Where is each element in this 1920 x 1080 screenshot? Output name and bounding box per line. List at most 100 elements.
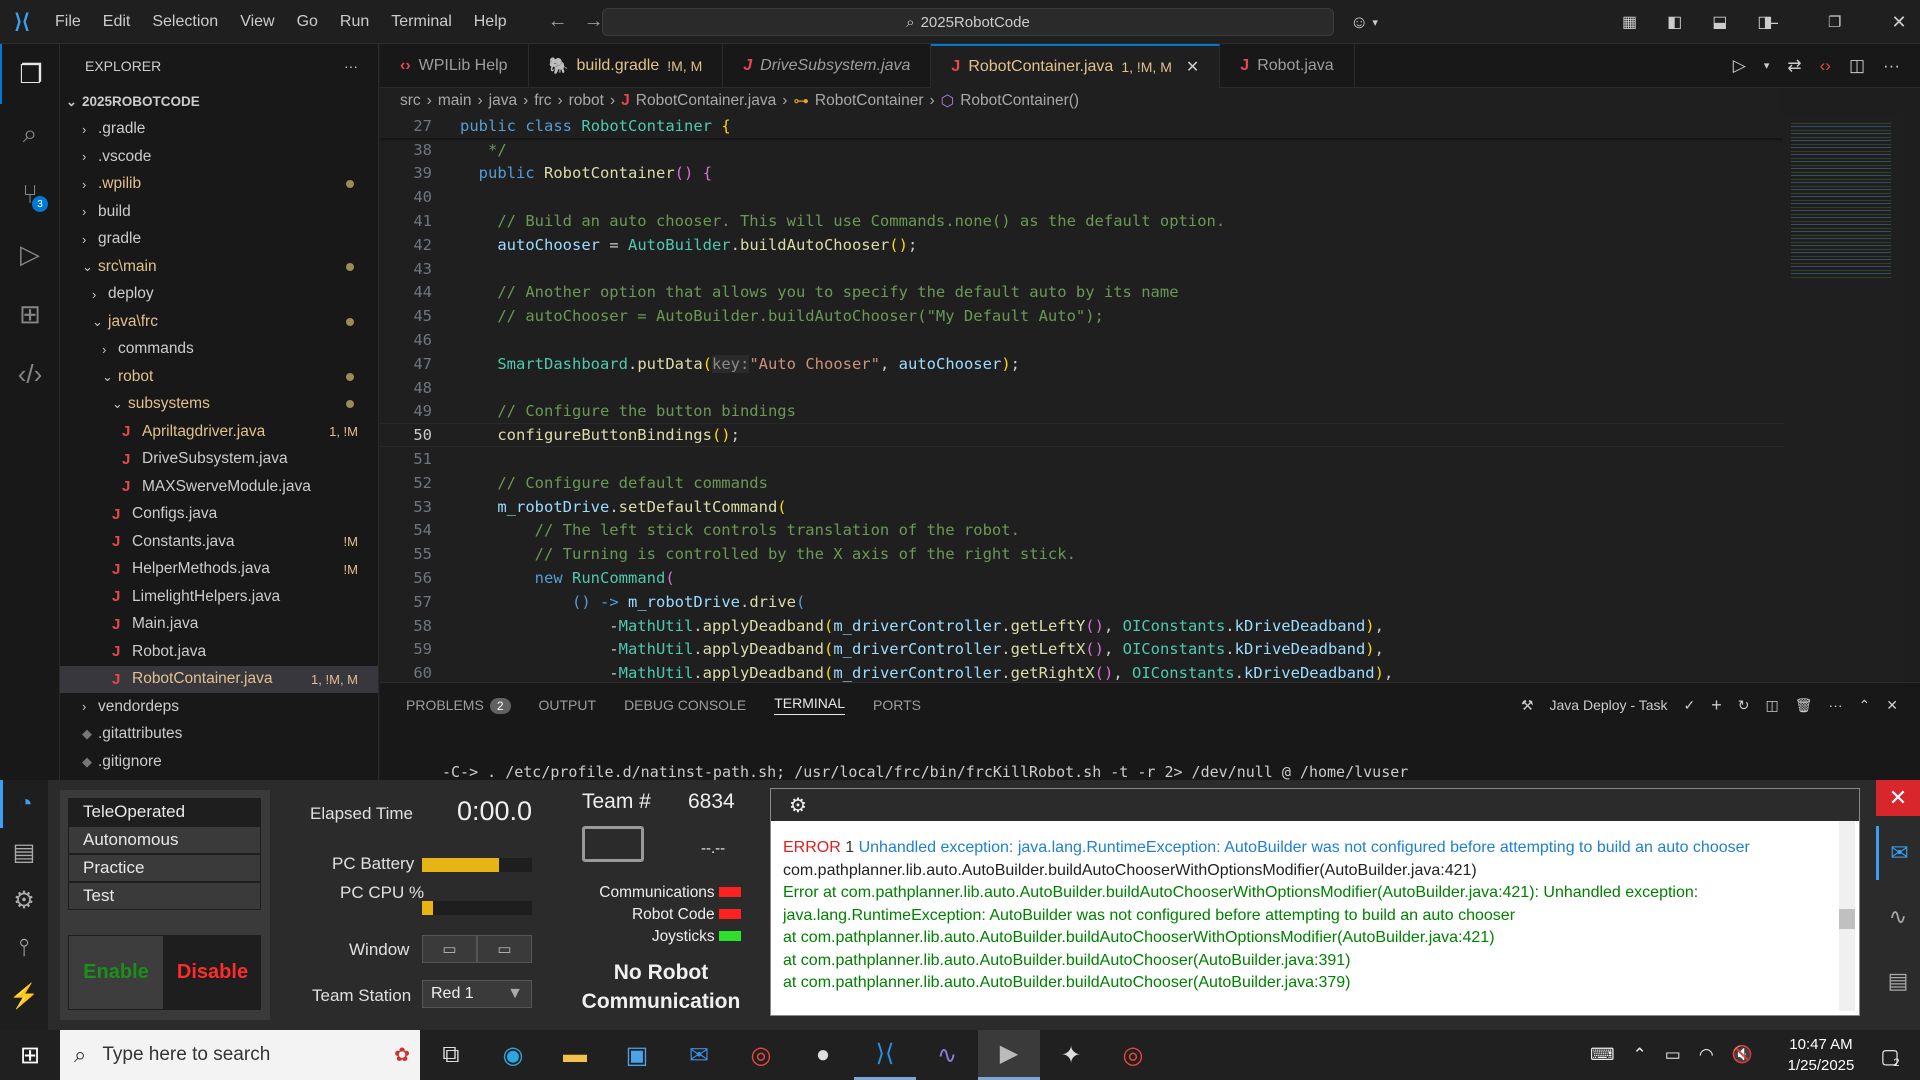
rerun-icon[interactable]: ↻ [1738, 697, 1750, 714]
tree-file-helpermethods[interactable]: J HelperMethods.java !M [60, 556, 378, 584]
tree-file-configs[interactable]: J Configs.java [60, 501, 378, 529]
console-scrollbar[interactable] [1839, 821, 1855, 1011]
tree-folder-java-frc[interactable]: ⌄ java\frc [60, 308, 378, 336]
close-tab-icon[interactable]: ✕ [1186, 57, 1199, 77]
breadcrumb-frc[interactable]: frc [534, 92, 551, 110]
mode-teleoperated[interactable]: TeleOperated [68, 798, 261, 826]
more-actions-icon[interactable]: ··· [344, 58, 358, 74]
command-center-search[interactable]: ⌕ 2025RobotCode [602, 8, 1334, 36]
more-actions-icon[interactable]: ··· [1829, 697, 1843, 713]
diagnostics-tab-icon[interactable]: ▤ [0, 828, 48, 876]
tab-terminal[interactable]: TERMINAL [774, 695, 845, 715]
tree-file-robot[interactable]: J Robot.java [60, 638, 378, 666]
source-control-icon[interactable]: ⑂ 3 [0, 164, 60, 224]
menu-edit[interactable]: Edit [92, 0, 142, 44]
console-scroll-thumb[interactable] [1839, 909, 1855, 929]
toggle-sidebar-icon[interactable]: ◧ [1667, 12, 1682, 32]
breadcrumb-main[interactable]: main [438, 92, 472, 110]
store-icon[interactable]: ▣ [606, 1030, 668, 1080]
frc-app-icon[interactable]: ✦ [1040, 1030, 1102, 1080]
trash-icon[interactable]: 🗑 [1795, 697, 1813, 714]
mode-test[interactable]: Test [68, 882, 261, 910]
start-windows-icon[interactable]: ⊞ [0, 1030, 60, 1080]
breadcrumb-java[interactable]: java [489, 92, 517, 110]
task-view-icon[interactable]: ⧉ [420, 1030, 482, 1080]
compare-changes-icon[interactable]: ⇄ [1787, 56, 1801, 76]
gear-icon[interactable]: ⚙ [789, 793, 807, 818]
extensions-icon[interactable]: ⊞ [0, 284, 60, 344]
tab-problems[interactable]: PROBLEMS 2 [406, 697, 511, 714]
tab-drivesubsystem[interactable]: J DriveSubsystem.java [723, 44, 932, 88]
breadcrumb-file[interactable]: RobotContainer.java [636, 92, 776, 110]
chrome-icon[interactable]: ◎ [730, 1030, 792, 1080]
tab-ports[interactable]: PORTS [873, 697, 921, 713]
tree-folder-commands[interactable]: › commands [60, 336, 378, 364]
ds-message-console[interactable]: ⚙ ERROR 1 Unhandled exception: java.lang… [770, 788, 1860, 1016]
tree-file-gitattributes[interactable]: ◆ .gitattributes [60, 721, 378, 749]
customize-layout-icon[interactable]: ▦ [1622, 12, 1637, 32]
volume-mute-icon[interactable]: 🔇 [1732, 1045, 1753, 1065]
menu-selection[interactable]: Selection [141, 0, 229, 44]
tree-folder-gradle[interactable]: › gradle [60, 226, 378, 254]
tab-build-gradle[interactable]: 🐘 build.gradle !M, M [529, 44, 724, 88]
split-terminal-icon[interactable]: ◫ [1766, 697, 1779, 714]
toggle-panel-icon[interactable]: ⬓ [1712, 12, 1727, 32]
copilot-button[interactable]: ☺ ▾ [1350, 0, 1378, 44]
minimize-icon[interactable]: – [1768, 12, 1778, 33]
messages-tab-icon[interactable]: ✉ [1876, 826, 1920, 880]
more-actions-icon[interactable]: ··· [1883, 56, 1900, 76]
menu-terminal[interactable]: Terminal [380, 0, 462, 44]
ds-close-button[interactable]: ✕ [1876, 780, 1920, 816]
chevron-down-icon[interactable]: ▾ [1764, 59, 1770, 72]
file-explorer-icon[interactable]: ▬ [544, 1030, 606, 1080]
tree-folder-subsystems[interactable]: ⌄ subsystems [60, 391, 378, 419]
setup-tab-icon[interactable]: ⚙ [0, 876, 48, 924]
breadcrumb-method[interactable]: RobotContainer() [960, 92, 1079, 110]
new-terminal-icon[interactable]: + [1711, 695, 1722, 716]
enable-button[interactable]: Enable [68, 935, 164, 1010]
tree-file-apriltagdriver[interactable]: J Apriltagdriver.java 1, !M [60, 418, 378, 446]
tab-wpilib-help[interactable]: ‹› WPILib Help [380, 44, 529, 88]
clock[interactable]: 10:47 AM 1/25/2025 [1776, 1034, 1866, 1076]
tree-file-limelighthelpers[interactable]: J LimelightHelpers.java [60, 583, 378, 611]
tab-output[interactable]: OUTPUT [539, 697, 597, 713]
mode-practice[interactable]: Practice [68, 854, 261, 882]
mail-icon[interactable]: ✉ [668, 1030, 730, 1080]
vscode-taskbar-icon[interactable]: ⟩⟨ [854, 1030, 916, 1080]
split-editor-icon[interactable]: ◫ [1849, 56, 1865, 76]
breadcrumb-src[interactable]: src [400, 92, 421, 110]
chrome-profile-icon[interactable]: ◎ [1102, 1030, 1164, 1080]
tree-folder-build[interactable]: › build [60, 198, 378, 226]
close-window-icon[interactable]: ✕ [1891, 12, 1906, 33]
tree-folder-src-main[interactable]: ⌄ src\main [60, 253, 378, 281]
menu-run[interactable]: Run [329, 0, 380, 44]
mode-autonomous[interactable]: Autonomous [68, 826, 261, 854]
terminal-task-label[interactable]: Java Deploy - Task [1550, 697, 1668, 713]
workspace-root[interactable]: ⌄ 2025ROBOTCODE [60, 88, 378, 116]
usb-tab-icon[interactable]: ⫯ [0, 924, 48, 972]
tree-file-main[interactable]: J Main.java [60, 611, 378, 639]
tree-file-maxswervemodule[interactable]: J MAXSwerveModule.java [60, 473, 378, 501]
tree-folder-vendordeps[interactable]: › vendordeps [60, 693, 378, 721]
menu-file[interactable]: File [44, 0, 92, 44]
menu-go[interactable]: Go [286, 0, 329, 44]
team-station-select[interactable]: Red 1 ▼ [422, 980, 532, 1008]
both-tab-icon[interactable]: ▤ [1888, 954, 1909, 1008]
run-debug-icon[interactable]: ▷ [0, 224, 60, 284]
notification-center-icon[interactable]: ▢ 2 [1868, 1040, 1912, 1072]
breadcrumb-class[interactable]: RobotContainer [815, 92, 924, 110]
tree-file-drivesubsystem[interactable]: J DriveSubsystem.java [60, 446, 378, 474]
driver-station-taskbar-icon[interactable]: ▶ [978, 1030, 1040, 1080]
edge-icon[interactable]: ◉ [482, 1030, 544, 1080]
tree-file-constants[interactable]: J Constants.java !M [60, 528, 378, 556]
tab-debug-console[interactable]: DEBUG CONSOLE [624, 697, 746, 713]
disable-button[interactable]: Disable [164, 935, 261, 1010]
pathplanner-icon[interactable]: ∿ [916, 1030, 978, 1080]
breadcrumb-robot[interactable]: robot [569, 92, 604, 110]
code-editor[interactable]: 27 public class RobotContainer { 38 */ 39… [380, 114, 1783, 682]
tree-file-robotcontainer[interactable]: J RobotContainer.java 1, !M, M [60, 665, 378, 693]
tree-file-gitignore[interactable]: ◆ .gitignore [60, 748, 378, 776]
wpilib-icon[interactable]: ‹/› [0, 344, 60, 404]
window-docked-icon[interactable]: ▭ [422, 935, 477, 963]
wifi-icon[interactable]: ◠ [1699, 1045, 1714, 1065]
